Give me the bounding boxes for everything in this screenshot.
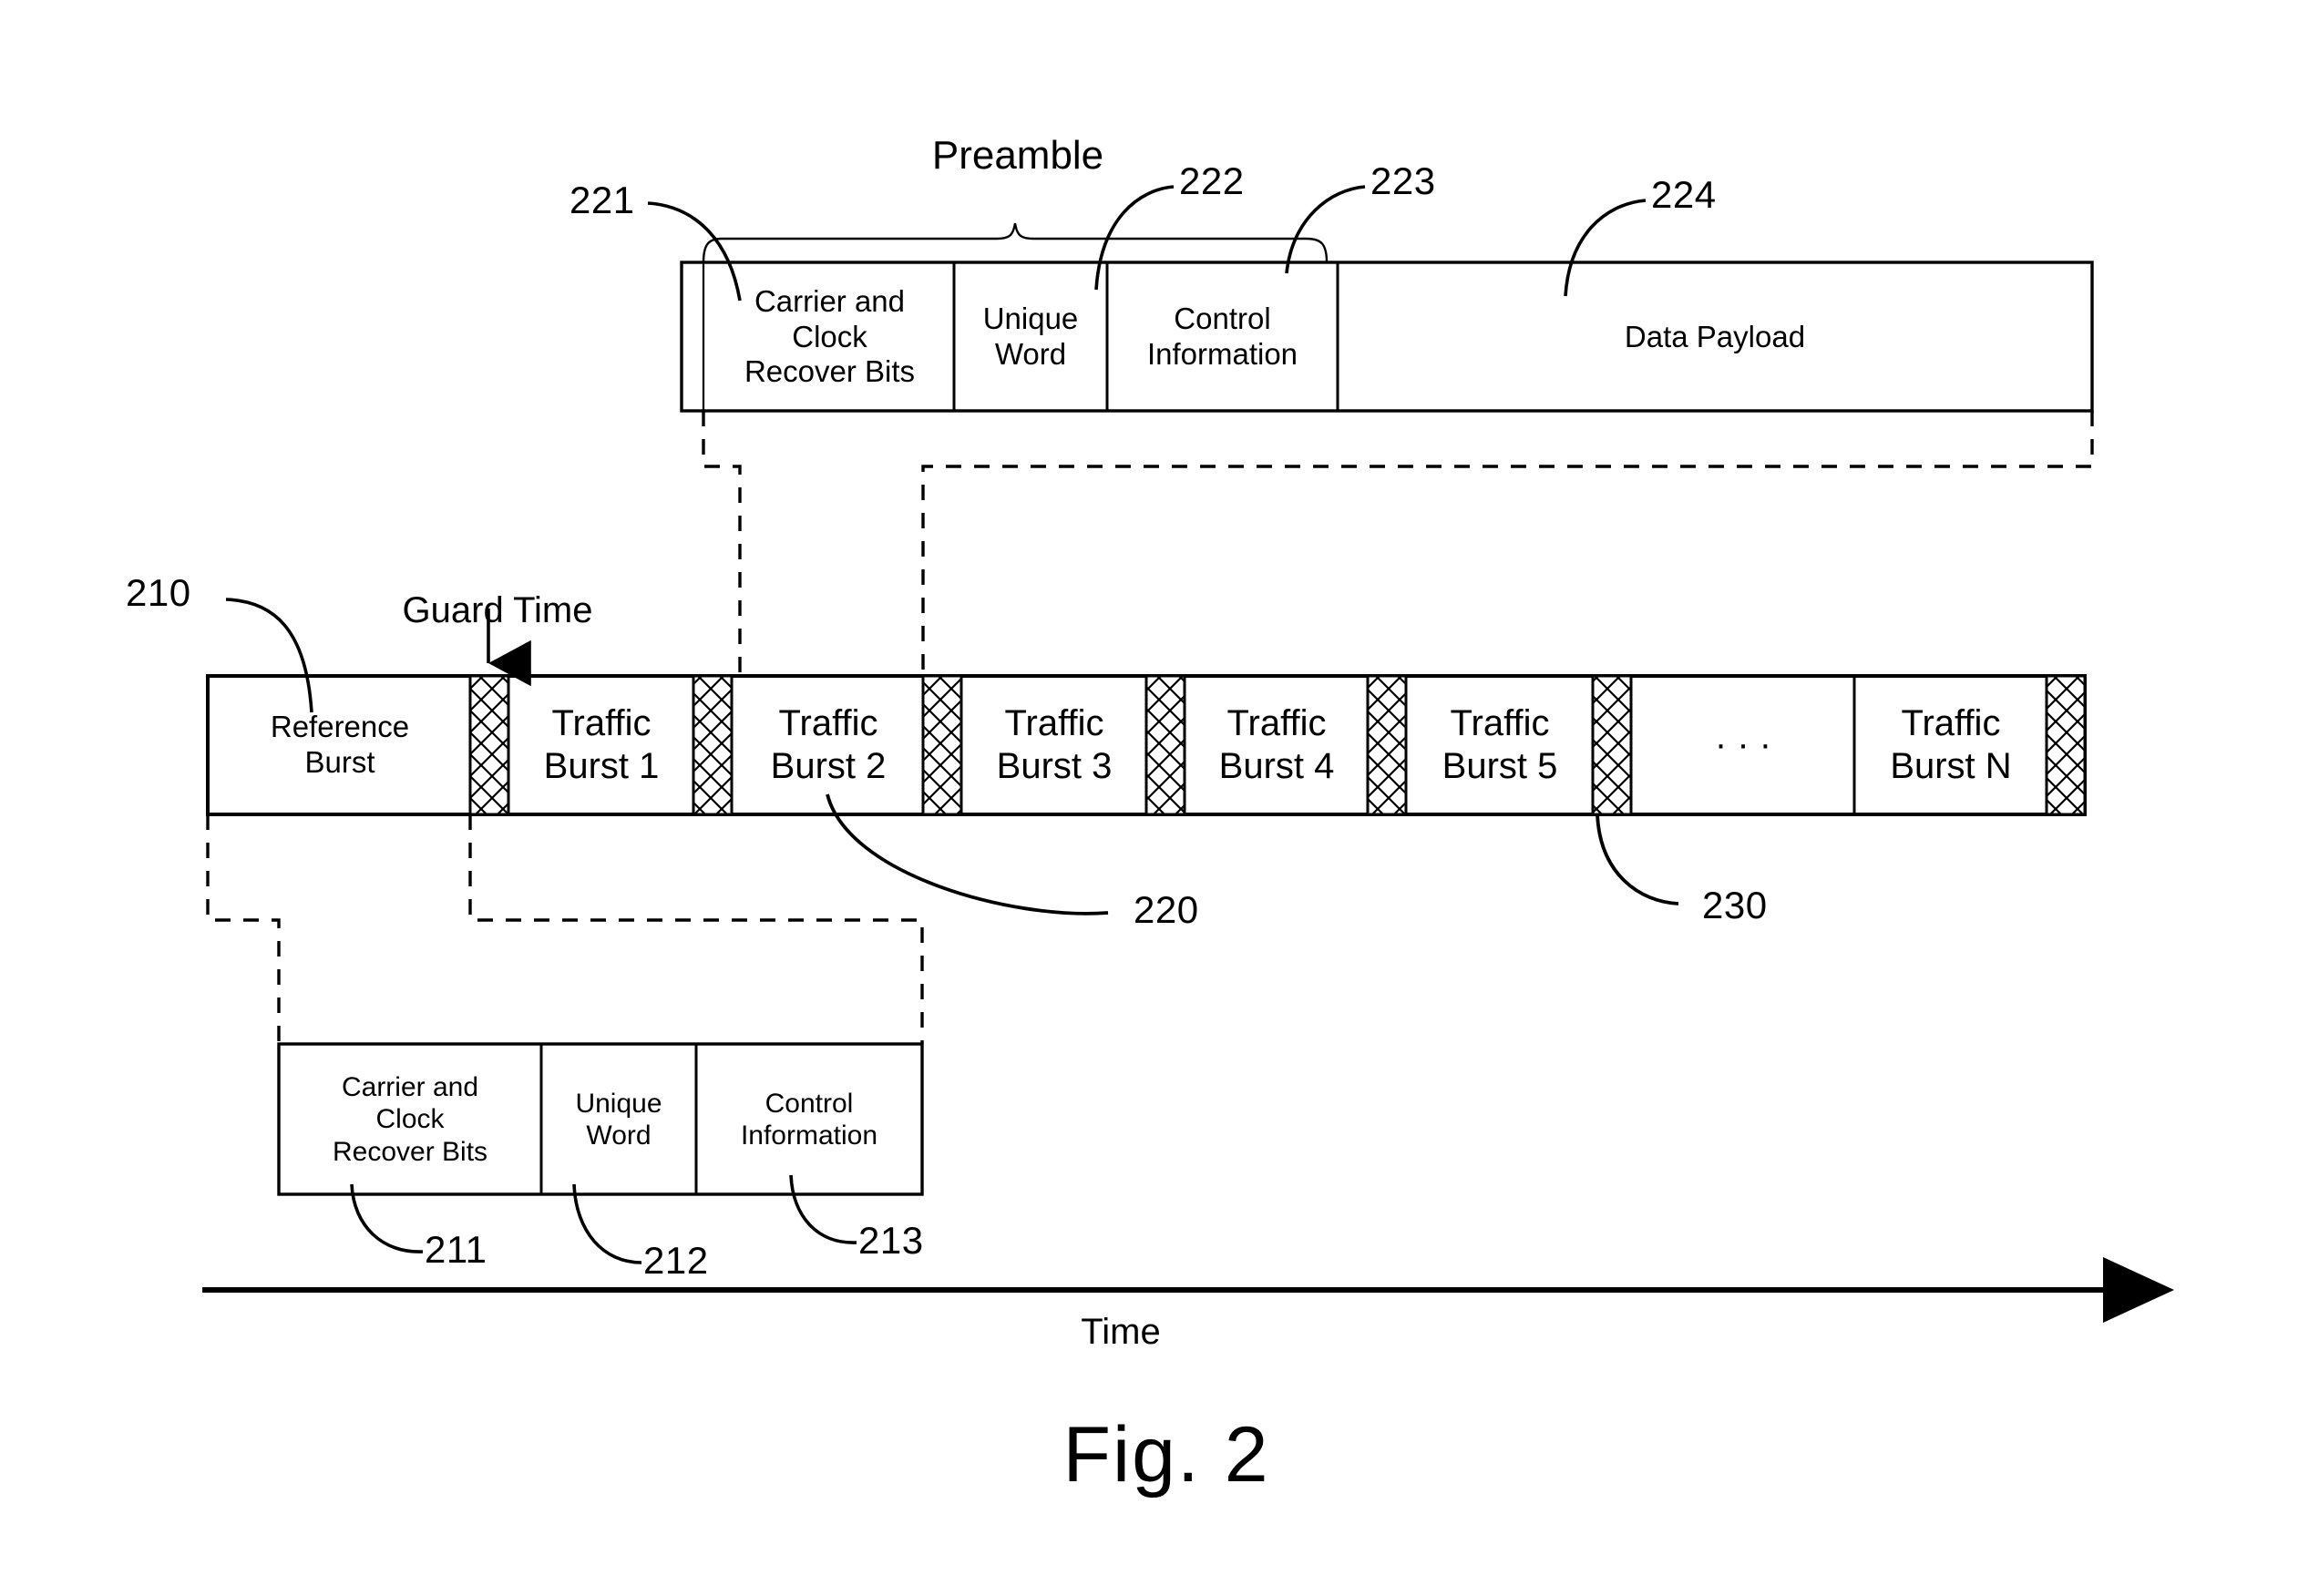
leader-230 — [1596, 813, 1679, 905]
ref-numeral-213: 213 — [858, 1219, 924, 1262]
cell-traffic-burst-4: Traffic Burst 4 — [1218, 702, 1335, 786]
burst-row — [206, 674, 2087, 816]
cell-ref-carrier-clock-recover-bits: Carrier and Clock Recover Bits — [332, 1071, 488, 1167]
leader-211 — [350, 1183, 424, 1253]
leader-212 — [572, 1183, 642, 1264]
cell-reference-burst: Reference Burst — [270, 710, 410, 779]
cell-traffic-burst-5: Traffic Burst 5 — [1442, 702, 1558, 786]
ref-numeral-212: 212 — [643, 1239, 709, 1282]
preamble-label: Preamble — [931, 133, 1104, 178]
cell-carrier-clock-recover-bits: Carrier and Clock Recover Bits — [744, 283, 916, 389]
leader-221 — [647, 201, 742, 302]
ref-numeral-220: 220 — [1134, 888, 1199, 931]
cell-burst-ellipsis: · · · — [1714, 724, 1772, 765]
leader-224 — [1564, 199, 1647, 297]
cell-ref-unique-word: Unique Word — [575, 1088, 662, 1151]
preamble-brace — [702, 222, 1329, 263]
ref-numeral-223: 223 — [1370, 159, 1436, 202]
cell-traffic-burst-n: Traffic Burst N — [1890, 702, 2012, 786]
cell-traffic-burst-2: Traffic Burst 2 — [770, 702, 887, 786]
reference-burst-detail-box — [277, 1042, 924, 1196]
time-axis-label: Time — [1081, 1312, 1161, 1352]
ref-numeral-230: 230 — [1702, 884, 1768, 926]
ref-numeral-210: 210 — [126, 571, 191, 614]
figure-canvas: Preamble 221 222 223 224 Carrier and Clo… — [0, 0, 2319, 1596]
ref-numeral-211: 211 — [425, 1228, 487, 1271]
traffic-burst-detail-box — [680, 261, 2094, 413]
dashed-connectors-lower — [206, 814, 924, 1044]
cell-unique-word: Unique Word — [982, 302, 1079, 371]
dashed-connectors-upper — [702, 411, 2094, 676]
cell-data-payload: Data Payload — [1624, 319, 1806, 353]
figure-caption: Fig. 2 — [1062, 1411, 1270, 1499]
leader-210 — [225, 598, 313, 713]
leader-213 — [789, 1174, 857, 1244]
leader-220 — [826, 793, 1109, 916]
ref-numeral-224: 224 — [1651, 173, 1717, 216]
cell-control-information: Control Information — [1146, 302, 1298, 371]
cell-traffic-burst-3: Traffic Burst 3 — [996, 702, 1113, 786]
ref-numeral-221: 221 — [569, 179, 635, 221]
cell-ref-control-information: Control Information — [740, 1088, 878, 1151]
guard-time-label: Guard Time — [402, 590, 593, 630]
diagram-vector-layer — [202, 185, 2174, 1323]
leader-223 — [1285, 185, 1366, 274]
leader-222 — [1094, 185, 1175, 291]
cell-traffic-burst-1: Traffic Burst 1 — [543, 702, 660, 786]
ref-numeral-222: 222 — [1179, 159, 1245, 202]
